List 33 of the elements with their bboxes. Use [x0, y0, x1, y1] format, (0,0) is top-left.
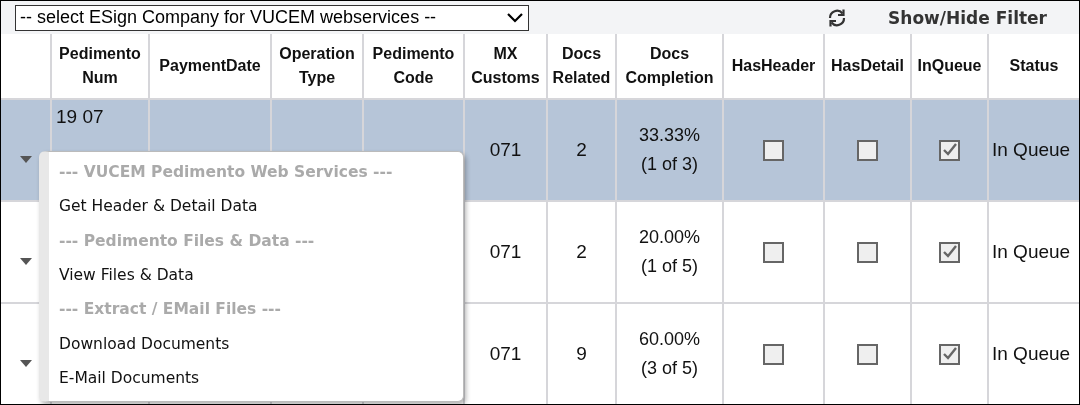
- checkbox[interactable]: [763, 344, 784, 366]
- show-hide-filter-button[interactable]: Show/Hide Filter: [888, 7, 1047, 28]
- menu-item[interactable]: Download Documents: [49, 326, 463, 361]
- checkbox[interactable]: [857, 242, 878, 264]
- dropdown-arrow-icon[interactable]: [19, 156, 32, 163]
- dropdown-arrow-icon[interactable]: [19, 258, 32, 265]
- table-cell: In Queue: [992, 241, 1071, 262]
- table-cell: In Queue: [992, 139, 1071, 160]
- table-cell: 2: [576, 139, 587, 160]
- table-cell-text: 33.33% (1 of 3): [638, 124, 701, 176]
- menu-item[interactable]: E-Mail Documents: [49, 360, 463, 396]
- table-cell-text: 20.00% (1 of 5): [638, 226, 701, 278]
- table-cell: 19 07: [56, 106, 104, 127]
- table-cell: 071: [489, 139, 522, 160]
- dropdown-arrow-icon[interactable]: [19, 360, 32, 367]
- checkbox[interactable]: [763, 140, 784, 162]
- table-cell: 2: [576, 241, 587, 262]
- table-cell: 071: [489, 343, 522, 364]
- chevron-down-icon: [506, 11, 524, 24]
- checkbox[interactable]: [857, 344, 878, 366]
- table-cell: In Queue: [992, 343, 1071, 364]
- checkbox[interactable]: [939, 242, 960, 264]
- checkbox[interactable]: [939, 140, 960, 162]
- menu-item[interactable]: View Files & Data: [49, 257, 463, 293]
- checkbox[interactable]: [763, 242, 784, 264]
- checkbox[interactable]: [857, 140, 878, 162]
- checkbox[interactable]: [939, 344, 960, 366]
- table-cell: 9: [576, 343, 587, 364]
- table-cell: 071: [489, 241, 522, 262]
- menu-heading: --- VUCEM Pedimento Web Services ---: [58, 162, 394, 184]
- company-select[interactable]: -- select ESign Company for VUCEM webservices --: [15, 4, 529, 31]
- table-cell-text: 60.00% (3 of 5): [638, 328, 701, 380]
- menu-heading: --- Pedimento Files & Data ---: [58, 230, 316, 252]
